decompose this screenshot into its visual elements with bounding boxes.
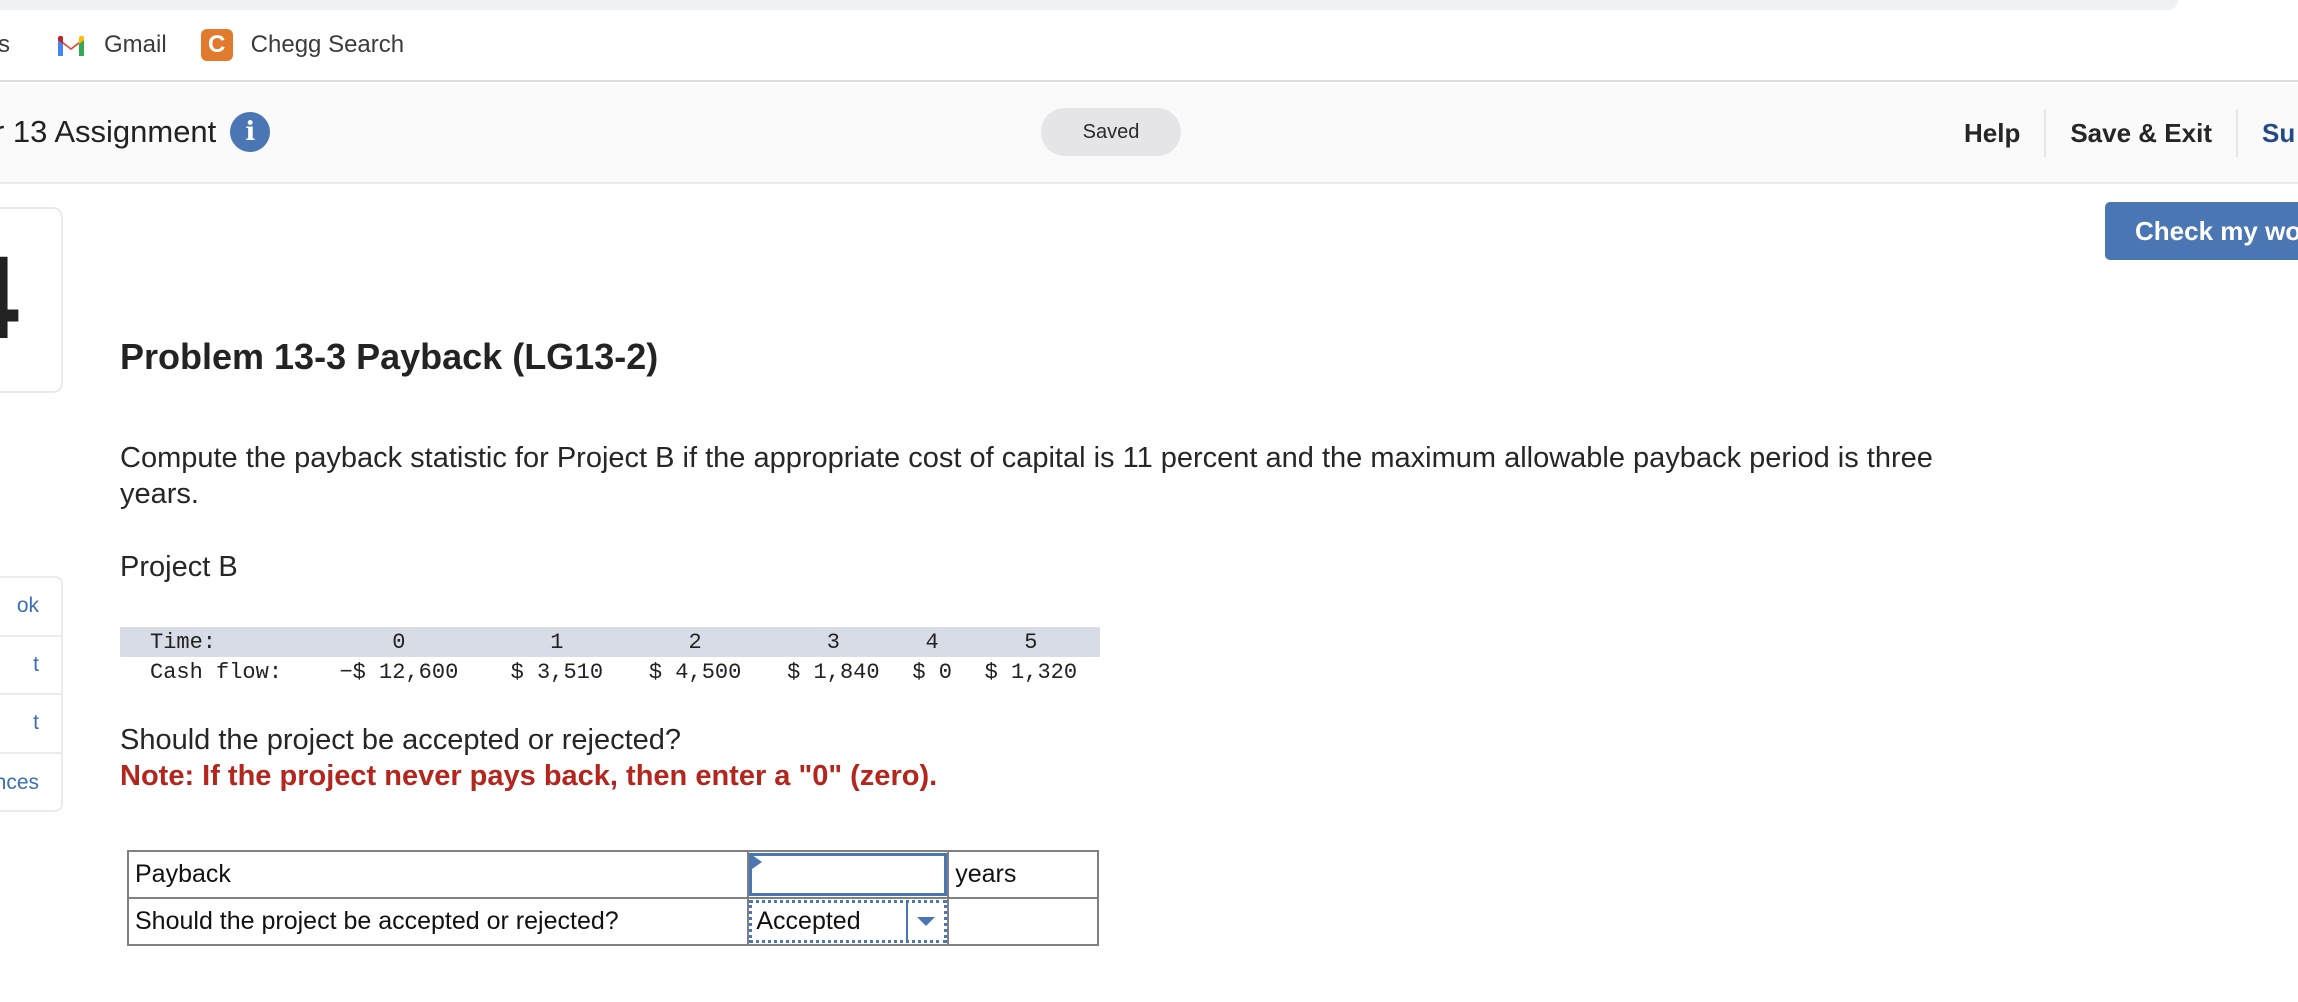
period-cell: 5 [1024,629,1038,655]
tool-hint[interactable]: t [0,695,61,754]
payback-row: Payback years [126,850,1099,899]
dropdown-button[interactable] [906,903,944,940]
tool-ebook[interactable]: ok [0,578,61,637]
cash-flow-cell: $ 4,500 [648,659,742,685]
bookmark-label: Chegg Search [250,31,405,58]
cash-flow-label: Cash flow: [150,659,283,685]
bookmark-label: Gmail [104,31,167,58]
saved-status-badge: Saved [1041,108,1181,156]
decision-select-value: Accepted [756,907,861,935]
problem-prompt: Compute the payback statistic for Projec… [120,442,1933,510]
decision-question: Should the project be accepted or reject… [120,724,682,756]
decision-select-cell: Accepted [747,897,950,946]
chegg-icon: C [200,29,233,61]
problem-title: Problem 13-3 Payback (LG13-2) [120,336,659,377]
help-button[interactable]: Help [1940,118,2044,149]
payback-input[interactable] [749,853,948,896]
period-cell: 4 [925,629,939,655]
payback-input-cell [747,850,950,899]
assignment-title: r 13 Assignment i [0,112,271,152]
bookmark-gmail[interactable]: Gmail [42,31,167,59]
gmail-icon [58,35,84,56]
flag-icon [752,855,763,869]
cash-flow-cell: $ 0 [912,659,952,685]
project-label: Project B [120,551,238,583]
info-icon[interactable]: i [230,112,271,152]
decision-units [947,897,1099,946]
cash-flow-cell: $ 1,320 [984,659,1078,685]
cash-flow-row: Cash flow: −$ 12,600 $ 3,510 $ 4,500 $ 1… [120,657,1100,687]
tool-print[interactable]: t [0,637,61,695]
header-actions: Help Save & Exit Su [1940,108,2295,158]
answer-table: Payback years Should the project be acce… [126,850,1099,946]
cash-flow-cell: $ 3,510 [510,659,604,685]
note-text: Note: If the project never pays back, th… [120,760,938,792]
period-cell: 0 [392,629,406,655]
question-tools: ok t t nces [0,576,63,812]
bookmark-label: s [0,31,10,58]
tool-references[interactable]: nces [0,754,61,811]
bookmarks-bar: s Gmail C Chegg Search [0,10,2298,82]
chevron-down-icon [917,917,936,926]
period-cell: 1 [550,629,564,655]
cash-flow-cell: $ 1,840 [787,659,880,685]
check-my-work-button[interactable]: Check my wo [2105,202,2298,260]
bookmark-chegg-search[interactable]: C Chegg Search [200,29,405,61]
cash-flow-table: Time: 0 1 2 3 4 5 Cash flow: −$ 12,600 $… [120,627,1100,687]
decision-select[interactable]: Accepted [749,900,948,943]
question-number-card: 4 [0,207,63,393]
payback-units: years [947,850,1099,899]
payback-label: Payback [126,850,750,899]
time-label: Time: [150,629,217,655]
address-bar-edge [0,0,2178,10]
time-row: Time: 0 1 2 3 4 5 [120,627,1100,657]
cash-flow-cell: −$ 12,600 [339,659,459,685]
decision-row: Should the project be accepted or reject… [126,897,1099,946]
assignment-header: r 13 Assignment i Saved Help Save & Exit… [0,84,2298,184]
decision-label: Should the project be accepted or reject… [126,897,750,946]
save-exit-button[interactable]: Save & Exit [2046,118,2236,149]
assignment-title-text: r 13 Assignment [0,114,217,149]
submit-button[interactable]: Su [2238,118,2295,149]
period-cell: 2 [688,629,702,655]
bookmark-partial[interactable]: s [0,31,10,59]
question-number: 4 [0,239,19,357]
period-cell: 3 [826,629,840,655]
